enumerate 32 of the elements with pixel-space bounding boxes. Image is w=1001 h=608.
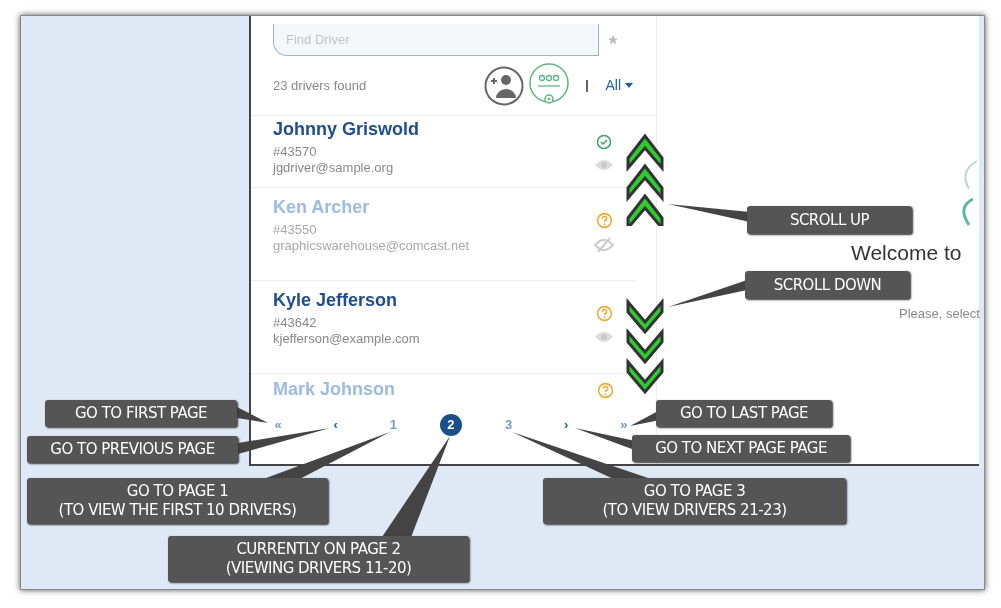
previous-page-link[interactable]: ‹	[324, 414, 347, 436]
result-count: 23 drivers found	[273, 76, 367, 95]
eye-off-icon[interactable]	[594, 237, 614, 253]
page-link[interactable]: 2	[439, 414, 462, 436]
driver-email: jgdriver@sample.org	[273, 160, 395, 176]
eye-icon[interactable]	[594, 158, 614, 172]
driver-name[interactable]: Kyle Jefferson	[273, 289, 594, 311]
filter-dropdown[interactable]: All	[604, 74, 634, 97]
callout-label: SCROLL DOWN	[772, 275, 883, 295]
welcome-title: Welcome to	[851, 240, 962, 266]
callout-label: CURRENTLY ON PAGE 2 (VIEWING DRIVERS 11-20)	[224, 540, 413, 578]
callout-label: GO TO PREVIOUS PAGE	[49, 440, 216, 459]
driver-number: #43550	[273, 222, 318, 238]
callout-label: GO TO FIRST PAGE	[73, 404, 208, 423]
welcome-subtitle: Please, select	[899, 305, 980, 323]
driver-email: kjefferson@example.com	[273, 331, 421, 347]
callout-label: GO TO NEXT PAGE PAGE	[654, 439, 828, 458]
scroll-down-icon[interactable]	[625, 298, 665, 396]
add-driver-icon[interactable]	[484, 65, 525, 106]
callout-label: GO TO LAST PAGE	[678, 404, 809, 423]
driver-number: #43642	[273, 315, 318, 331]
callout-label: SCROLL UP	[788, 210, 871, 230]
driver-name[interactable]: Johnny Griswold	[273, 118, 594, 140]
star-icon[interactable]	[607, 34, 619, 46]
divider-icon	[586, 80, 589, 93]
caret-icon	[625, 83, 633, 88]
eye-icon[interactable]	[594, 330, 614, 344]
driver-email: graphicswarehouse@comcast.net	[273, 238, 470, 254]
callout-label: GO TO PAGE 1 (TO VIEW THE FIRST 10 DRIVERS)	[57, 482, 298, 520]
next-page-link[interactable]: ›	[555, 414, 578, 436]
callout-label: GO TO PAGE 3 (TO VIEW DRIVERS 21-23)	[601, 482, 788, 520]
driver-number: #43570	[273, 144, 318, 160]
